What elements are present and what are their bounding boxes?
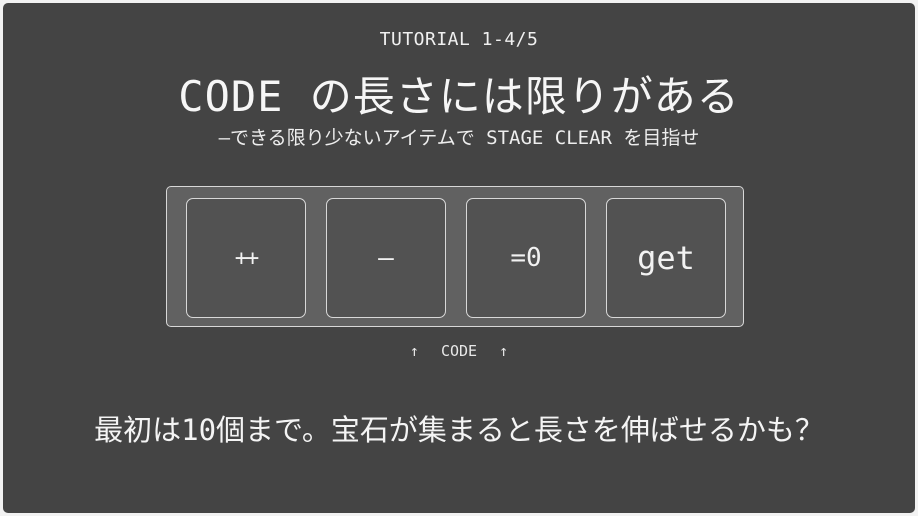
code-slot-reset[interactable]: =0 (466, 198, 586, 318)
code-slot-get[interactable]: get (606, 198, 726, 318)
code-slot-label: get (637, 239, 695, 277)
tutorial-screen: TUTORIAL 1-4/5 CODE の長さには限りがある —できる限り少ない… (3, 3, 915, 513)
page-subtitle: —できる限り少ないアイテムで STAGE CLEAR を目指せ (218, 127, 700, 149)
code-slot-label: =0 (510, 243, 542, 273)
up-arrow-icon: ↑ (409, 342, 419, 360)
code-slot-label: ++ (234, 245, 259, 271)
hint-text: 最初は10個まで。宝石が集まると長さを伸ばせるかも？ (94, 413, 824, 447)
tutorial-step-label: TUTORIAL 1-4/5 (379, 29, 539, 50)
code-slot-label: — (378, 243, 394, 273)
code-caption: ↑ CODE ↑ (3, 342, 915, 360)
code-slot-increment[interactable]: ++ (186, 198, 306, 318)
up-arrow-icon: ↑ (499, 342, 509, 360)
page-title: CODE の長さには限りがある (178, 72, 740, 121)
code-slot-decrement[interactable]: — (326, 198, 446, 318)
code-panel: ++ — =0 get (166, 186, 744, 327)
code-caption-label: CODE (440, 342, 478, 360)
